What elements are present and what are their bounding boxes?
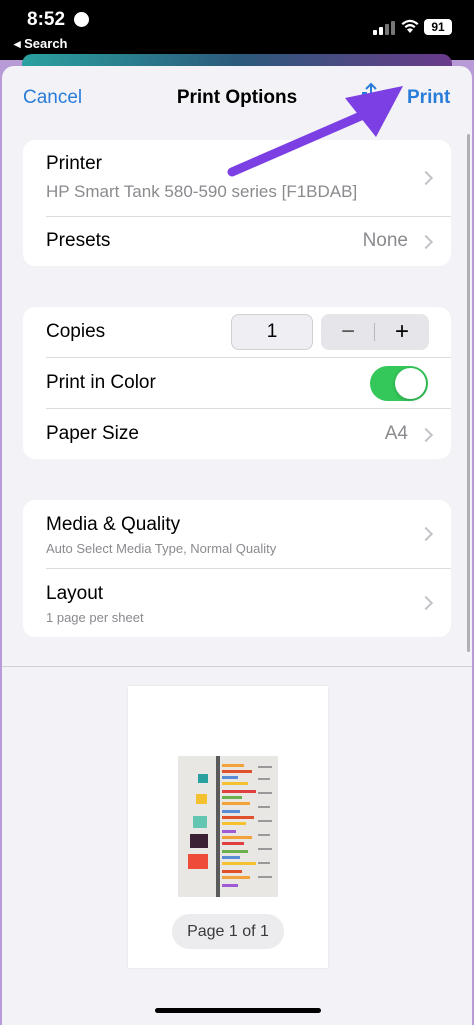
status-time: 8:52	[27, 9, 66, 30]
page-preview[interactable]: Page 1 of 1	[128, 686, 328, 968]
print-in-color-label: Print in Color	[46, 372, 156, 393]
presets-label: Presets	[46, 230, 111, 251]
layout-label: Layout	[46, 583, 104, 604]
wifi-icon	[401, 19, 419, 33]
decrement-button[interactable]: −	[321, 314, 375, 350]
printer-row[interactable]: Printer HP Smart Tank 580-590 series [F1…	[23, 140, 451, 216]
share-icon[interactable]	[360, 82, 382, 108]
chevron-right-icon	[418, 595, 434, 611]
nav-bar: Cancel Print Options Print	[2, 66, 472, 130]
page-title: Print Options	[176, 87, 298, 108]
print-in-color-row: Print in Color	[23, 358, 451, 408]
layout-sub: 1 page per sheet	[46, 610, 144, 625]
back-to-search-link[interactable]: ◂ Search	[14, 36, 68, 52]
paper-size-value: A4	[384, 423, 408, 444]
print-preview-area: Page 1 of 1	[2, 666, 472, 1025]
copies-stepper: − +	[321, 314, 429, 350]
chevron-right-icon	[418, 170, 434, 186]
printer-card: Printer HP Smart Tank 580-590 series [F1…	[23, 140, 451, 266]
increment-button[interactable]: +	[375, 314, 429, 350]
copies-row: Copies 1 − +	[23, 307, 451, 357]
paper-size-row[interactable]: Paper Size A4	[23, 409, 451, 459]
media-quality-sub: Auto Select Media Type, Normal Quality	[46, 541, 277, 556]
home-indicator	[155, 1008, 321, 1013]
options-card: Copies 1 − + Print in Color Paper Size A…	[23, 307, 451, 459]
status-bar: 8:52 ◂ Search 91	[0, 0, 474, 60]
layout-row[interactable]: Layout 1 page per sheet	[23, 569, 451, 637]
media-quality-row[interactable]: Media & Quality Auto Select Media Type, …	[23, 500, 451, 568]
globe-icon	[74, 12, 89, 27]
scroll-indicator[interactable]	[467, 134, 470, 652]
print-button[interactable]: Print	[407, 87, 450, 109]
media-quality-label: Media & Quality	[46, 514, 181, 535]
printer-name: HP Smart Tank 580-590 series [F1BDAB]	[46, 182, 358, 201]
presets-value: None	[362, 230, 408, 251]
thumbnail-image	[178, 756, 278, 897]
page-thumbnail	[178, 756, 278, 897]
print-in-color-toggle[interactable]	[370, 366, 428, 401]
copies-label: Copies	[46, 321, 106, 342]
toggle-knob	[395, 368, 426, 399]
printer-label: Printer	[46, 153, 102, 174]
paper-size-label: Paper Size	[46, 423, 139, 444]
print-options-sheet: Cancel Print Options Print Printer HP Sm…	[2, 66, 472, 1025]
quality-card: Media & Quality Auto Select Media Type, …	[23, 500, 451, 637]
chevron-right-icon	[418, 234, 434, 250]
presets-row[interactable]: Presets None	[23, 217, 451, 266]
battery-icon: 91	[424, 19, 452, 35]
copies-input[interactable]: 1	[231, 314, 313, 350]
cellular-signal-icon	[373, 21, 395, 35]
page-count-label: Page 1 of 1	[172, 914, 284, 949]
chevron-right-icon	[418, 526, 434, 542]
chevron-right-icon	[418, 427, 434, 443]
